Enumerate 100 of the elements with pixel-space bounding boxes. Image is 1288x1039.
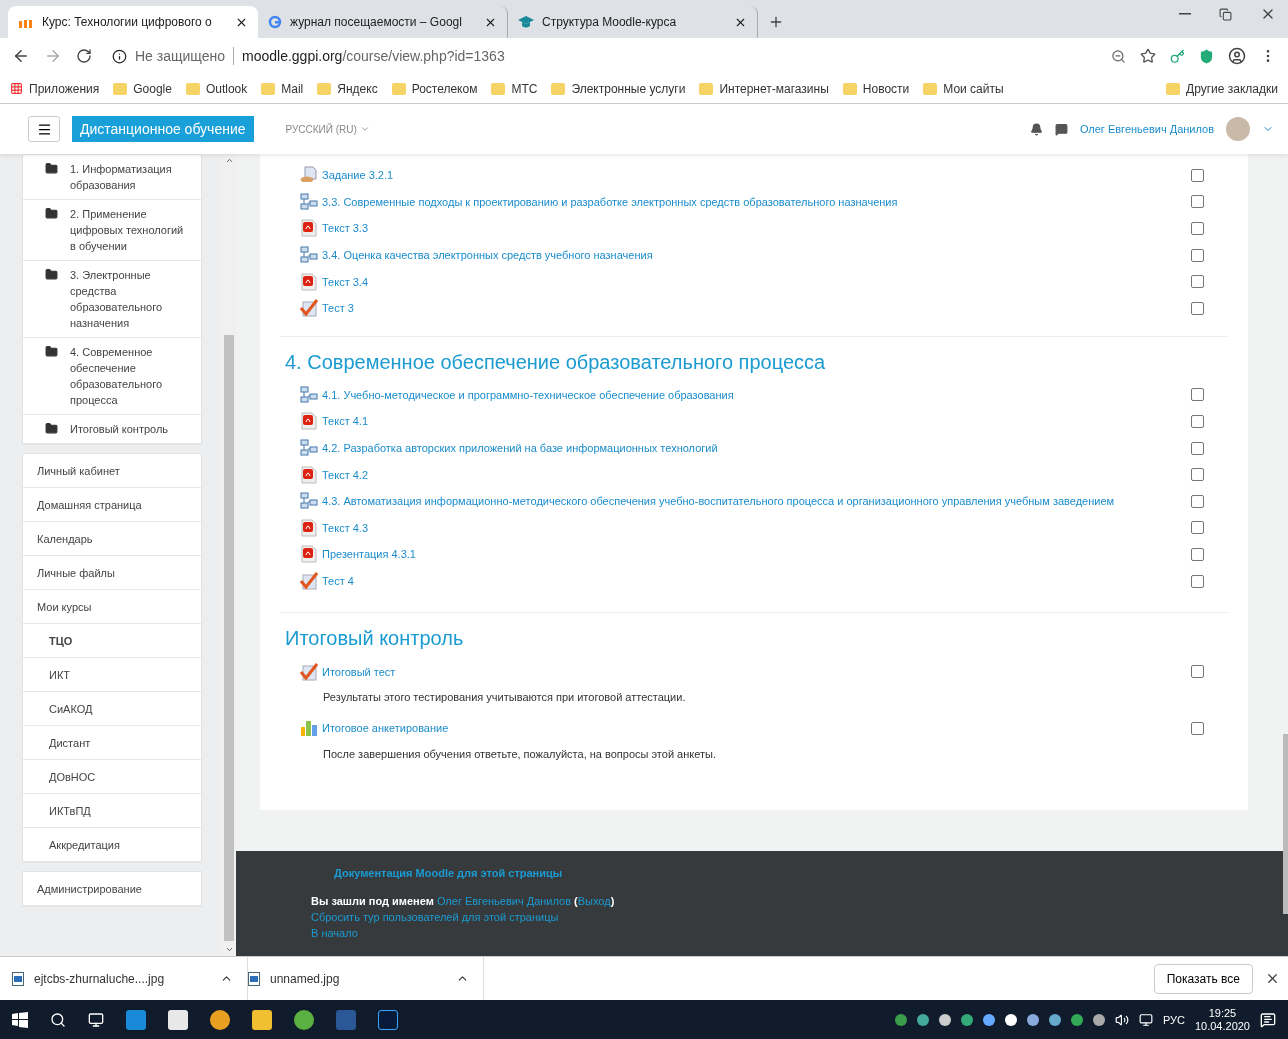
activity-link[interactable]: Текст 4.1 <box>322 415 1187 428</box>
completion-checkbox[interactable] <box>1191 168 1204 182</box>
bookmark-folder[interactable]: Мои сайты <box>923 81 1004 96</box>
activity-link[interactable]: Текст 4.3 <box>322 521 1187 534</box>
user-name-link[interactable]: Олег Евгеньевич Данилов <box>1079 123 1214 135</box>
tray-icon[interactable] <box>1070 1013 1083 1026</box>
speaker-icon[interactable] <box>1114 1012 1129 1027</box>
sidebar-nav-link[interactable]: Личные файлы <box>23 556 201 590</box>
bookmark-folder[interactable]: Google <box>113 81 172 96</box>
completion-checkbox[interactable] <box>1191 222 1204 235</box>
bookmark-folder[interactable]: Ростелеком <box>391 81 478 96</box>
completion-checkbox[interactable] <box>1191 665 1204 679</box>
activity-link[interactable]: Текст 3.4 <box>322 275 1187 288</box>
chat-icon[interactable] <box>1054 122 1068 136</box>
sidebar-section-link[interactable]: 2. Применение цифровых технологий в обучении <box>23 200 201 261</box>
browser-tab[interactable]: Курс: Технологии цифрового о <box>8 6 258 38</box>
search-icon[interactable] <box>50 1011 66 1028</box>
new-tab-button[interactable] <box>768 14 784 30</box>
completion-checkbox[interactable] <box>1191 494 1204 508</box>
bookmark-folder[interactable]: Outlook <box>185 81 248 96</box>
activity-link[interactable]: 4.3. Автоматизация информационно-методического обеспечения учебно-воспитательного процесса и организационного управления учебным заведением <box>322 495 1187 508</box>
tray-icon[interactable] <box>960 1013 973 1026</box>
course-link[interactable]: ИКТ <box>23 658 201 692</box>
activity-link[interactable]: 4.1. Учебно-методическое и программно-техническое обеспечение образования <box>322 388 1187 401</box>
tray-icon[interactable] <box>1092 1013 1105 1026</box>
clock[interactable]: 19:25 10.04.2020 <box>1194 1006 1250 1033</box>
sidebar-section-link[interactable]: Итоговый контроль <box>23 415 201 444</box>
tray-icon[interactable] <box>1026 1013 1039 1026</box>
tray-icon[interactable] <box>982 1013 995 1026</box>
completion-checkbox[interactable] <box>1191 275 1204 289</box>
notifications-icon[interactable] <box>1260 1011 1276 1028</box>
scroll-down-icon[interactable] <box>224 945 234 954</box>
menu-button[interactable] <box>28 116 60 142</box>
bell-icon[interactable] <box>1029 122 1043 136</box>
shield-icon[interactable] <box>1199 48 1214 64</box>
logout-link[interactable]: Выход <box>577 895 611 907</box>
back-button[interactable] <box>12 47 30 65</box>
home-link[interactable]: В начало <box>311 925 1213 941</box>
language-menu[interactable]: РУССКИЙ (RU) <box>279 122 376 136</box>
sidebar-section-link[interactable]: 1. Информатизация образования <box>23 155 201 200</box>
activity-link[interactable]: Задание 3.2.1 <box>322 169 1187 182</box>
scrollbar[interactable] <box>1283 734 1288 914</box>
tray-icon[interactable] <box>1048 1013 1061 1026</box>
show-all-button[interactable]: Показать все <box>1153 963 1253 994</box>
completion-checkbox[interactable] <box>1191 388 1204 402</box>
input-language[interactable]: РУС <box>1162 1013 1185 1026</box>
sidebar-nav-link[interactable]: Личный кабинет <box>23 454 201 488</box>
task-view-icon[interactable] <box>88 1011 104 1028</box>
activity-link[interactable]: Итоговое анкетирование <box>322 722 1187 735</box>
course-link[interactable]: ДОвНОС <box>23 760 201 794</box>
docs-link[interactable]: Документация Moodle для этой страницы <box>334 867 1213 879</box>
bookmark-folder[interactable]: Электронные услуги <box>551 81 686 96</box>
completion-checkbox[interactable] <box>1191 468 1204 482</box>
completion-checkbox[interactable] <box>1191 441 1204 455</box>
sidebar-nav-link[interactable]: Мои курсы <box>23 590 201 624</box>
activity-link[interactable]: Текст 3.3 <box>322 222 1187 235</box>
reset-tour-link[interactable]: Сбросить тур пользователей для этой страницы <box>311 909 1213 925</box>
user-link[interactable]: Олег Евгеньевич Данилов <box>436 895 571 907</box>
activity-link[interactable]: 3.4. Оценка качества электронных средств учебного назначения <box>322 249 1187 262</box>
course-link[interactable]: Дистант <box>23 726 201 760</box>
course-link[interactable]: ИКТвПД <box>23 794 201 828</box>
tray-icon[interactable] <box>938 1013 951 1026</box>
profile-icon[interactable] <box>1228 47 1246 65</box>
sidebar-section-link[interactable]: 4. Современное обеспечение образовательного процесса <box>23 338 201 415</box>
completion-checkbox[interactable] <box>1191 248 1204 262</box>
reload-button[interactable] <box>76 48 92 64</box>
activity-link[interactable]: 4.2. Разработка авторских приложений на базе информационных технологий <box>322 442 1187 455</box>
activity-link[interactable]: Тест 3 <box>322 302 1187 315</box>
course-link[interactable]: ТЦО <box>23 624 201 658</box>
completion-checkbox[interactable] <box>1191 414 1204 428</box>
completion-checkbox[interactable] <box>1191 721 1204 735</box>
tray-icon[interactable] <box>1004 1013 1017 1026</box>
scrollbar[interactable] <box>222 154 236 956</box>
activity-link[interactable]: 3.3. Современные подходы к проектированию и разработке электронных средств образовательного назначения <box>322 195 1187 208</box>
completion-checkbox[interactable] <box>1191 195 1204 209</box>
bookmark-folder[interactable]: Mail <box>261 81 304 96</box>
bookmark-folder[interactable]: Интернет-магазины <box>699 81 829 96</box>
completion-checkbox[interactable] <box>1191 521 1204 535</box>
activity-link[interactable]: Презентация 4.3.1 <box>322 548 1187 561</box>
bookmark-folder[interactable]: Новости <box>842 81 910 96</box>
windows-logo-icon[interactable] <box>12 1011 28 1028</box>
activity-link[interactable]: Итоговый тест <box>322 665 1187 678</box>
key-icon[interactable] <box>1170 48 1185 64</box>
activity-link[interactable]: Текст 4.2 <box>322 468 1187 481</box>
completion-checkbox[interactable] <box>1191 547 1204 561</box>
close-button[interactable] <box>1265 971 1280 986</box>
course-link[interactable]: СиАКОД <box>23 692 201 726</box>
scroll-up-icon[interactable] <box>224 156 234 165</box>
other-bookmarks[interactable]: Другие закладки <box>1166 81 1278 96</box>
bookmark-star-icon[interactable] <box>1140 48 1156 64</box>
sidebar-nav-link[interactable]: Администрирование <box>23 872 201 906</box>
apps-bookmark[interactable]: Приложения <box>10 81 100 96</box>
zoom-icon[interactable] <box>1111 48 1126 64</box>
activity-link[interactable]: Тест 4 <box>322 575 1187 587</box>
bookmark-folder[interactable]: Яндекс <box>317 81 378 96</box>
sidebar-section-link[interactable]: 3. Электронные средства образовательного назначения <box>23 261 201 338</box>
address-field[interactable]: Не защищено moodle.ggpi.org/course/view.php?id=1363 <box>106 42 1097 70</box>
sidebar-nav-link[interactable]: Календарь <box>23 522 201 556</box>
course-link[interactable]: Аккредитация <box>23 828 201 862</box>
sidebar-nav-link[interactable]: Домашняя страница <box>23 488 201 522</box>
